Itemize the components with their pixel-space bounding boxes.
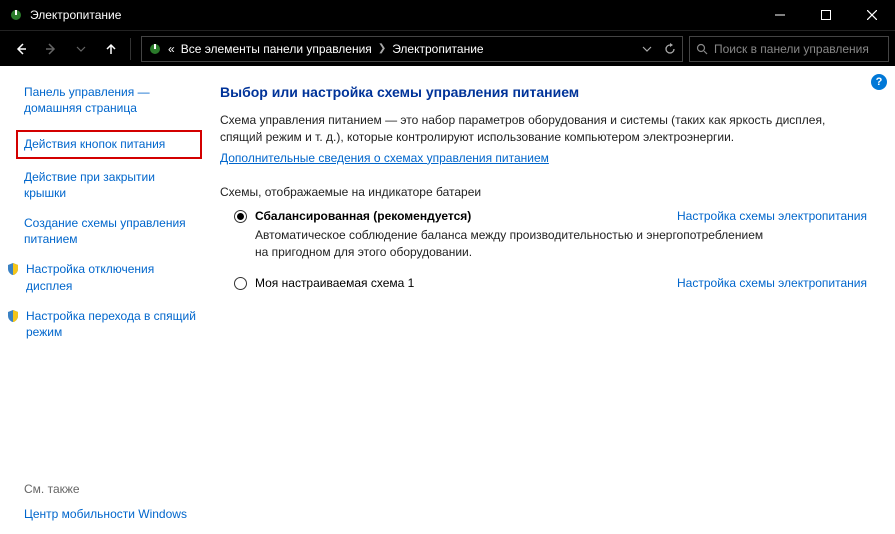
power-plan-row: Моя настраиваемая схема 1 Настройка схем… <box>234 276 867 290</box>
plan-settings-link[interactable]: Настройка схемы электропитания <box>677 276 867 290</box>
more-info-link[interactable]: Дополнительные сведения о схемах управле… <box>220 151 549 165</box>
page-description: Схема управления питанием — это набор па… <box>220 112 867 147</box>
sidebar-item-sleep[interactable]: Настройка перехода в спящий режим <box>6 308 198 340</box>
plan-name[interactable]: Моя настраиваемая схема 1 <box>255 276 414 290</box>
titlebar: Электропитание <box>0 0 895 30</box>
sidebar-item-label: Настройка отключения дисплея <box>26 261 198 293</box>
chevron-down-icon[interactable] <box>642 44 652 54</box>
plan-description: Автоматическое соблюдение баланса между … <box>255 227 775 261</box>
chevron-right-icon: ❯ <box>378 43 386 54</box>
sidebar-item-create-plan[interactable]: Создание схемы управления питанием <box>24 215 198 247</box>
shield-icon <box>6 262 20 276</box>
plan-settings-link[interactable]: Настройка схемы электропитания <box>677 209 867 223</box>
sidebar-item-display-off[interactable]: Настройка отключения дисплея <box>6 261 198 293</box>
navbar: « Все элементы панели управления ❯ Элект… <box>0 30 895 66</box>
app-icon-small <box>148 42 162 56</box>
sidebar-item-power-buttons[interactable]: Действия кнопок питания <box>16 130 202 158</box>
help-icon[interactable]: ? <box>871 74 887 90</box>
breadcrumb-prefix: « <box>168 42 175 56</box>
plan-radio-balanced[interactable] <box>234 210 247 223</box>
app-icon <box>8 7 24 23</box>
main-panel: Выбор или настройка схемы управления пит… <box>210 66 895 534</box>
forward-button[interactable] <box>36 34 66 64</box>
search-placeholder: Поиск в панели управления <box>714 42 869 56</box>
recent-dropdown[interactable] <box>66 34 96 64</box>
plan-radio-custom[interactable] <box>234 277 247 290</box>
up-button[interactable] <box>96 34 126 64</box>
breadcrumb-level1[interactable]: Все элементы панели управления <box>181 42 372 56</box>
back-button[interactable] <box>6 34 36 64</box>
minimize-button[interactable] <box>757 0 803 30</box>
plans-section-heading: Схемы, отображаемые на индикаторе батаре… <box>220 185 867 199</box>
sidebar-item-label: Настройка перехода в спящий режим <box>26 308 198 340</box>
address-bar[interactable]: « Все элементы панели управления ❯ Элект… <box>141 36 683 62</box>
see-also-heading: См. также <box>24 482 198 496</box>
refresh-button[interactable] <box>664 43 676 55</box>
search-input[interactable]: Поиск в панели управления <box>689 36 889 62</box>
mobility-center-link[interactable]: Центр мобильности Windows <box>24 506 198 522</box>
search-icon <box>696 43 708 55</box>
control-panel-home-link[interactable]: Панель управления — домашняя страница <box>24 84 198 116</box>
breadcrumb-level2[interactable]: Электропитание <box>392 42 483 56</box>
shield-icon <box>6 309 20 323</box>
maximize-button[interactable] <box>803 0 849 30</box>
sidebar: Панель управления — домашняя страница Де… <box>0 66 210 534</box>
content: ? Панель управления — домашняя страница … <box>0 66 895 534</box>
window-title: Электропитание <box>30 8 121 22</box>
sidebar-item-lid-close[interactable]: Действие при закрытии крышки <box>24 169 198 201</box>
close-button[interactable] <box>849 0 895 30</box>
power-plan-row: Сбалансированная (рекомендуется) Настрой… <box>234 209 867 223</box>
page-heading: Выбор или настройка схемы управления пит… <box>220 84 867 100</box>
plan-name[interactable]: Сбалансированная (рекомендуется) <box>255 209 471 223</box>
